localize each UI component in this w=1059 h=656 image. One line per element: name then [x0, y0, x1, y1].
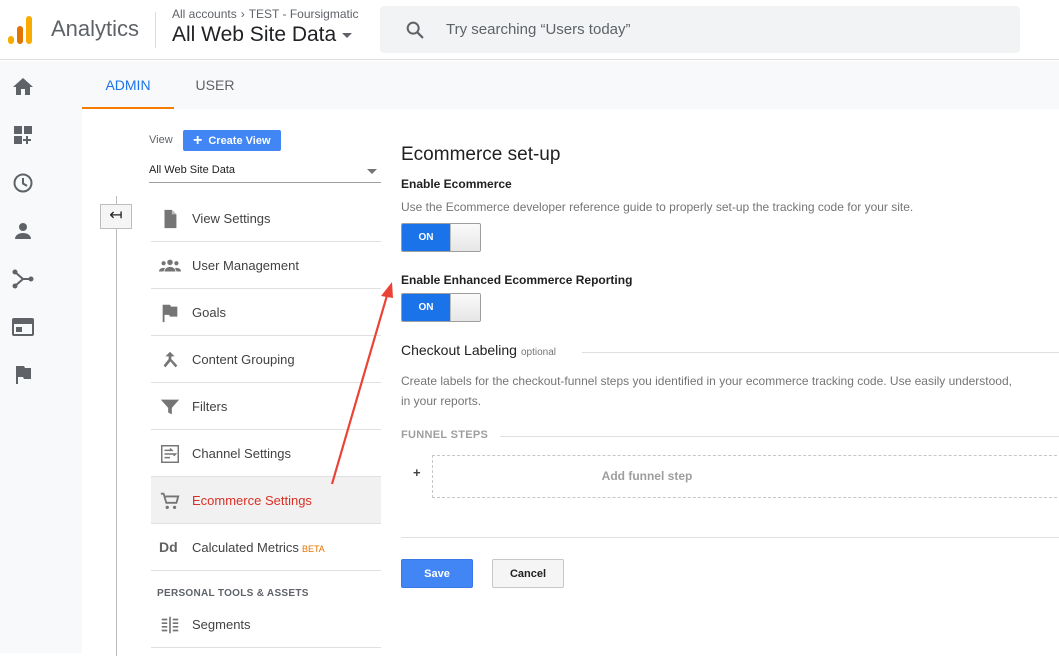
enable-ecommerce-toggle[interactable]: ON: [401, 223, 481, 252]
view-menu: View Settings User Management Goals Cont…: [151, 195, 381, 571]
tab-admin[interactable]: ADMIN: [82, 61, 174, 109]
left-nav: [0, 61, 82, 653]
ecommerce-setup-panel: Ecommerce set-up Enable Ecommerce Use th…: [401, 109, 1059, 653]
breadcrumb[interactable]: All accounts › TEST - Foursigmatic: [172, 7, 359, 21]
toggle-on-label: ON: [402, 294, 450, 321]
menu-item-label: Segments: [192, 617, 251, 632]
document-icon: [164, 209, 177, 229]
plus-icon: +: [193, 131, 203, 149]
section-divider: [582, 352, 1059, 353]
add-funnel-step-button[interactable]: Add funnel step: [432, 455, 1059, 498]
menu-item-content-grouping[interactable]: Content Grouping: [151, 336, 381, 383]
menu-item-user-management[interactable]: User Management: [151, 242, 381, 289]
funnel-divider: [500, 436, 1059, 437]
clock-icon[interactable]: [11, 171, 35, 195]
back-arrow-button[interactable]: ↤: [100, 204, 132, 229]
breadcrumb-separator: ›: [240, 7, 245, 21]
app-name: Analytics: [51, 16, 140, 41]
create-view-button[interactable]: + Create View: [183, 130, 281, 151]
menu-item-segments[interactable]: Segments: [151, 601, 381, 648]
enable-ecommerce-label: Enable Ecommerce: [401, 177, 512, 191]
menu-item-label: Channel Settings: [192, 446, 292, 461]
dashboard-icon[interactable]: [11, 123, 35, 147]
view-selector[interactable]: All Web Site Data: [149, 161, 381, 183]
people-icon: [159, 259, 181, 272]
section-title-personal-tools: PERSONAL TOOLS & ASSETS: [157, 588, 309, 599]
search-input[interactable]: [446, 6, 1006, 53]
view-label: View: [149, 134, 173, 146]
channel-icon: [161, 445, 179, 463]
menu-item-ecommerce-settings[interactable]: Ecommerce Settings: [151, 477, 381, 524]
tab-user[interactable]: USER: [174, 61, 256, 109]
menu-item-goals[interactable]: Goals: [151, 289, 381, 336]
menu-item-filters[interactable]: Filters: [151, 383, 381, 430]
checkout-labeling-title: Checkout Labeling optional: [401, 342, 556, 358]
search-icon: [406, 21, 424, 39]
menu-item-calculated-metrics[interactable]: Dd Calculated Metrics BETA: [151, 524, 381, 571]
beta-badge: BETA: [301, 544, 325, 554]
toggle-on-label: ON: [402, 224, 450, 251]
cancel-button[interactable]: Cancel: [492, 559, 564, 588]
enhanced-ecommerce-label: Enable Enhanced Ecommerce Reporting: [401, 273, 633, 287]
menu-item-label: Ecommerce Settings: [192, 493, 312, 508]
view-selector-value: All Web Site Data: [149, 164, 236, 176]
add-funnel-plus-icon[interactable]: +: [413, 465, 421, 480]
optional-label: optional: [520, 347, 557, 358]
merge-icon: [163, 351, 178, 368]
funnel-steps-heading: FUNNEL STEPS: [401, 429, 489, 441]
property-name: All Web Site Data: [172, 23, 337, 46]
flag-icon: [162, 304, 178, 323]
menu-item-label: Content Grouping: [192, 352, 295, 367]
menu-item-label: View Settings: [192, 211, 271, 226]
breadcrumb-all-accounts[interactable]: All accounts: [172, 7, 237, 21]
caret-down-icon: [342, 32, 353, 38]
menu-item-label: User Management: [192, 258, 299, 273]
back-arrow-icon: ↤: [109, 207, 123, 224]
create-view-label: Create View: [208, 134, 271, 147]
acquisition-icon[interactable]: [11, 267, 35, 291]
form-divider: [401, 537, 1059, 538]
save-button[interactable]: Save: [401, 559, 473, 588]
tab-bar: ADMIN USER: [82, 61, 1059, 109]
top-bar: Analytics All accounts › TEST - Foursigmat…: [0, 0, 1059, 60]
enable-ecommerce-description: Use the Ecommerce developer reference gu…: [401, 200, 914, 214]
property-selector[interactable]: All Web Site Data: [172, 23, 353, 47]
dd-icon: Dd: [159, 539, 178, 555]
tree-line: [116, 196, 117, 656]
segments-icon: [161, 616, 179, 634]
menu-item-label: Calculated Metrics BETA: [192, 540, 325, 555]
toggle-knob: [450, 224, 480, 251]
filter-icon: [160, 399, 180, 415]
home-icon[interactable]: [11, 75, 35, 99]
behavior-icon[interactable]: [11, 315, 35, 339]
menu-item-channel-settings[interactable]: Channel Settings: [151, 430, 381, 477]
menu-item-label: Goals: [192, 305, 226, 320]
checkout-description-line2: in your reports.: [401, 394, 482, 408]
checkout-labeling-label: Checkout Labeling: [401, 342, 517, 358]
header-divider: [155, 12, 156, 48]
search-bar[interactable]: [380, 6, 1020, 53]
menu-item-view-settings[interactable]: View Settings: [151, 195, 381, 242]
personal-tools-menu: Segments: [151, 601, 381, 648]
checkout-description-line1: Create labels for the checkout-funnel st…: [401, 374, 1012, 388]
menu-item-label: Filters: [192, 399, 228, 414]
toggle-knob: [450, 294, 480, 321]
caret-down-icon: [367, 169, 377, 174]
enhanced-ecommerce-toggle[interactable]: ON: [401, 293, 481, 322]
cart-icon: [160, 492, 180, 510]
flag-icon[interactable]: [11, 363, 35, 387]
analytics-logo-icon[interactable]: [8, 14, 34, 44]
page-title: Ecommerce set-up: [401, 144, 561, 165]
calculated-metrics-label: Calculated Metrics: [192, 540, 299, 555]
breadcrumb-account[interactable]: TEST - Foursigmatic: [249, 7, 359, 21]
person-icon[interactable]: [11, 219, 35, 243]
admin-content: View + Create View All Web Site Data ↤ Vi…: [82, 109, 1059, 656]
